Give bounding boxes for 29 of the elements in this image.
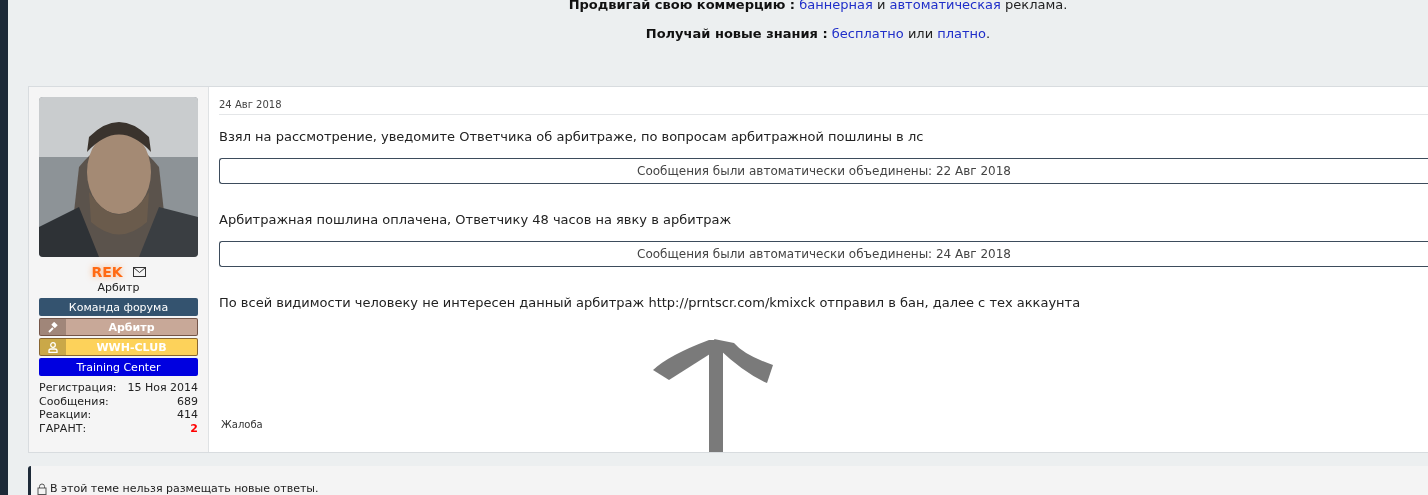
user-title: Арбитр xyxy=(97,281,140,295)
promo-link[interactable]: платно xyxy=(937,26,987,41)
hammer-icon xyxy=(47,322,59,333)
envelope-icon[interactable] xyxy=(132,267,146,278)
stat-value: 2 xyxy=(190,422,198,436)
promo-link[interactable]: бесплатно xyxy=(831,26,904,41)
user-banner: Training Center xyxy=(39,358,198,377)
closed-thread-notice: В этой теме нельзя размещать новые ответы. xyxy=(50,482,319,495)
stat-label: ГАРАНТ: xyxy=(39,422,87,436)
lock-icon xyxy=(37,483,47,495)
merge-notice: Сообщения были автоматически объединены: 22 Авг 2018 xyxy=(219,158,1428,185)
stat-value: 414 xyxy=(177,408,198,422)
report-link[interactable]: Жалоба xyxy=(221,418,263,430)
stat-value: 689 xyxy=(177,395,198,409)
person-icon xyxy=(48,342,58,353)
user-banner: WWH-CLUB xyxy=(39,338,198,357)
promo-text: Получай новые знания : бесплатно или платно. xyxy=(645,26,991,41)
stat-label: Сообщения: xyxy=(39,395,109,409)
user-banner: Арбитр xyxy=(39,318,198,337)
post-text: Взял на рассмотрение, уведомите Ответчика об арбитраже, по вопросам арбитражной пошлины в лс xyxy=(219,129,925,145)
post-text: По всей видимости человеку не интересен данный арбитраж http://prntscr.com/kmixck отправил в бан, далее с тех аккаунта xyxy=(219,295,1082,311)
stat-value: 15 Ноя 2014 xyxy=(127,381,198,395)
stat-label: Реакции: xyxy=(39,408,92,422)
stat-label: Регистрация: xyxy=(39,381,117,395)
merge-notice: Сообщения были автоматически объединены: 24 Авг 2018 xyxy=(219,241,1428,268)
promo-link[interactable]: автоматическая xyxy=(889,0,1001,12)
post-text: Арбитражная пошлина оплачена, Ответчику 48 часов на явку в арбитраж xyxy=(219,212,733,228)
user-banner: Команда форума xyxy=(39,298,198,317)
post-date[interactable]: 24 Авг 2018 xyxy=(219,87,1428,116)
